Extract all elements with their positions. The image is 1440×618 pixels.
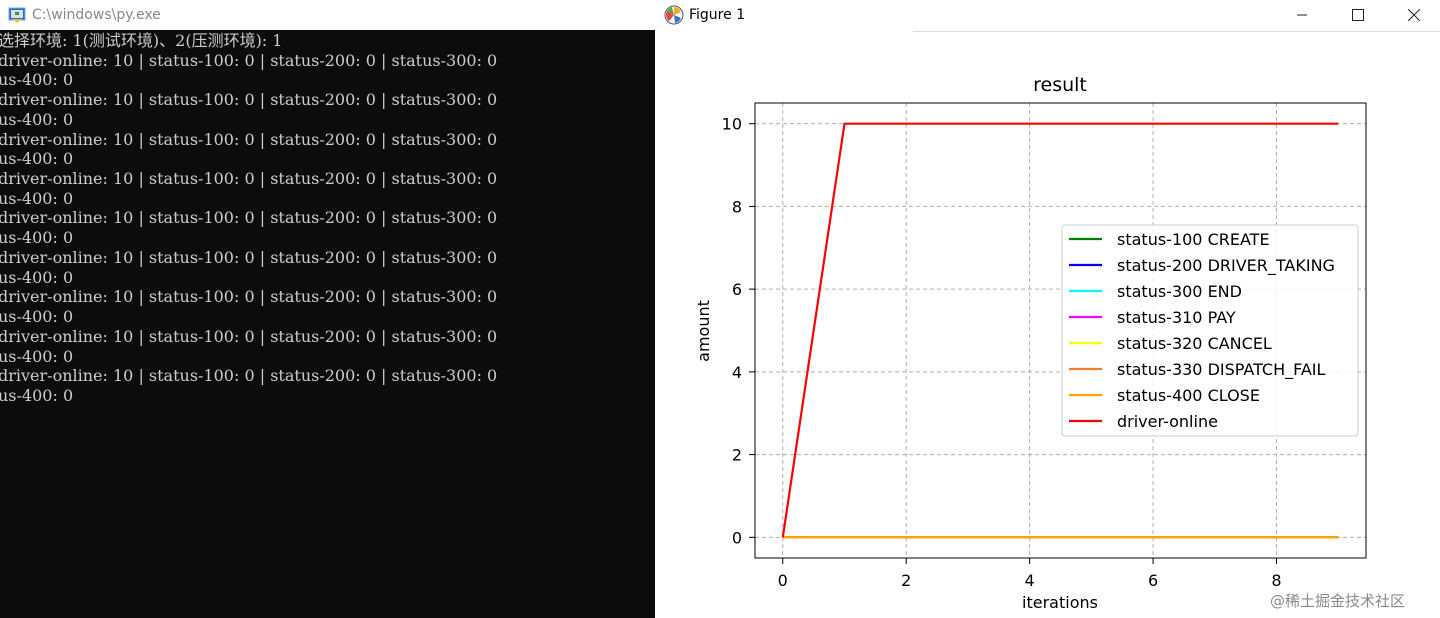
x-tick-label: 0 <box>778 571 788 590</box>
x-tick-label: 8 <box>1271 571 1281 590</box>
y-tick-label: 4 <box>732 363 742 382</box>
y-axis-label: amount <box>694 300 713 362</box>
legend-label: status-200 DRIVER_TAKING <box>1117 256 1335 276</box>
legend: status-100 CREATE status-200 DRIVER_TAKIN… <box>1061 224 1359 437</box>
x-tick-label: 2 <box>901 571 911 590</box>
x-tick-label: 4 <box>1025 571 1035 590</box>
legend-label: status-400 CLOSE <box>1117 386 1260 405</box>
y-tick-label: 10 <box>722 115 742 134</box>
y-tick-label: 6 <box>732 280 742 299</box>
y-tick-label: 8 <box>732 197 742 216</box>
legend-label: status-300 END <box>1117 282 1242 301</box>
x-axis-label: iterations <box>1022 593 1098 612</box>
line-chart: result iterations amount 0 2 4 6 8 0 2 4 6 8 10 sta… <box>694 74 1367 612</box>
legend-label: status-330 DISPATCH_FAIL <box>1117 360 1326 380</box>
legend-label: status-310 PAY <box>1117 308 1236 327</box>
y-tick-label: 0 <box>732 528 742 547</box>
watermark: @稀土掘金技术社区 <box>1270 592 1406 610</box>
legend-label: driver-online <box>1117 412 1218 431</box>
y-tick-label: 2 <box>732 446 742 465</box>
chart-title: result <box>1033 74 1087 96</box>
x-tick-label: 6 <box>1148 571 1158 590</box>
legend-label: status-320 CANCEL <box>1117 334 1272 353</box>
legend-label: status-100 CREATE <box>1117 230 1270 249</box>
